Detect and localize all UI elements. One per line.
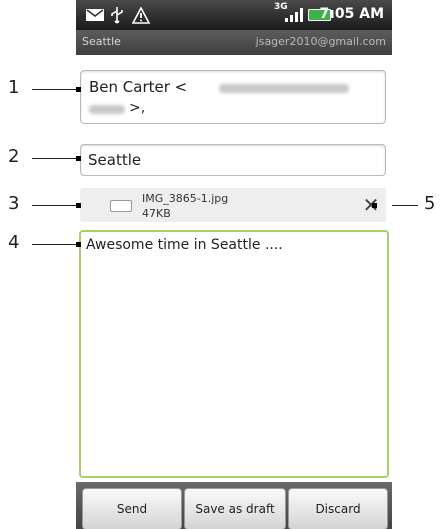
callout-2-dot <box>76 156 81 161</box>
account-email: jsager2010@gmail.com <box>255 35 386 48</box>
callout-4: 4 <box>8 232 20 253</box>
callout-1: 1 <box>8 77 20 98</box>
to-recipient-tail: >, <box>129 100 146 116</box>
remove-attachment-icon[interactable]: ✕ <box>358 192 384 218</box>
attachment-size: 47KB <box>142 207 171 220</box>
attachment-name: IMG_3865-1.jpg <box>142 192 229 205</box>
callout-4-line <box>32 244 78 245</box>
compose-header-bar: Seattle jsager2010@gmail.com <box>76 30 392 55</box>
callout-3-line <box>32 205 78 206</box>
message-body-text: Awesome time in Seattle .... <box>86 237 283 253</box>
callout-5-dot <box>372 203 377 208</box>
attachment-row[interactable]: IMG_3865-1.jpg 47KB ✕ <box>80 188 386 222</box>
callout-2-line <box>32 158 78 159</box>
callout-1-line <box>32 89 78 90</box>
callout-4-dot <box>76 242 81 247</box>
to-recipient-name: Ben Carter < <box>89 78 188 96</box>
blurred-email <box>219 84 349 93</box>
save-as-draft-button[interactable]: Save as draft <box>184 488 286 529</box>
attachment-file-icon <box>110 200 132 212</box>
subject-field[interactable]: Seattle <box>80 144 386 176</box>
action-button-bar: Send Save as draft Discard <box>76 482 392 529</box>
callout-3-dot <box>76 203 81 208</box>
callout-5: 5 <box>424 193 436 214</box>
subject-text: Seattle <box>88 151 142 169</box>
compose-title: Seattle <box>82 35 121 48</box>
signal-icon <box>284 6 304 24</box>
clock-time: 7:05 AM <box>319 6 384 22</box>
usb-icon <box>110 6 124 24</box>
callout-2: 2 <box>8 146 20 167</box>
warning-icon <box>132 6 150 24</box>
send-button[interactable]: Send <box>82 488 182 529</box>
mail-icon <box>86 6 104 24</box>
message-body-field[interactable]: Awesome time in Seattle .... <box>79 230 389 478</box>
status-bar: 3G 7:05 AM <box>76 0 392 30</box>
phone-screen: 3G 7:05 AM Seattle jsager2010@gmail.com … <box>76 0 392 529</box>
discard-button[interactable]: Discard <box>288 488 388 529</box>
to-field[interactable]: Ben Carter < >, <box>80 70 386 124</box>
callout-3: 3 <box>8 193 20 214</box>
callout-1-dot <box>76 87 81 92</box>
blurred-email-continued <box>89 105 125 114</box>
